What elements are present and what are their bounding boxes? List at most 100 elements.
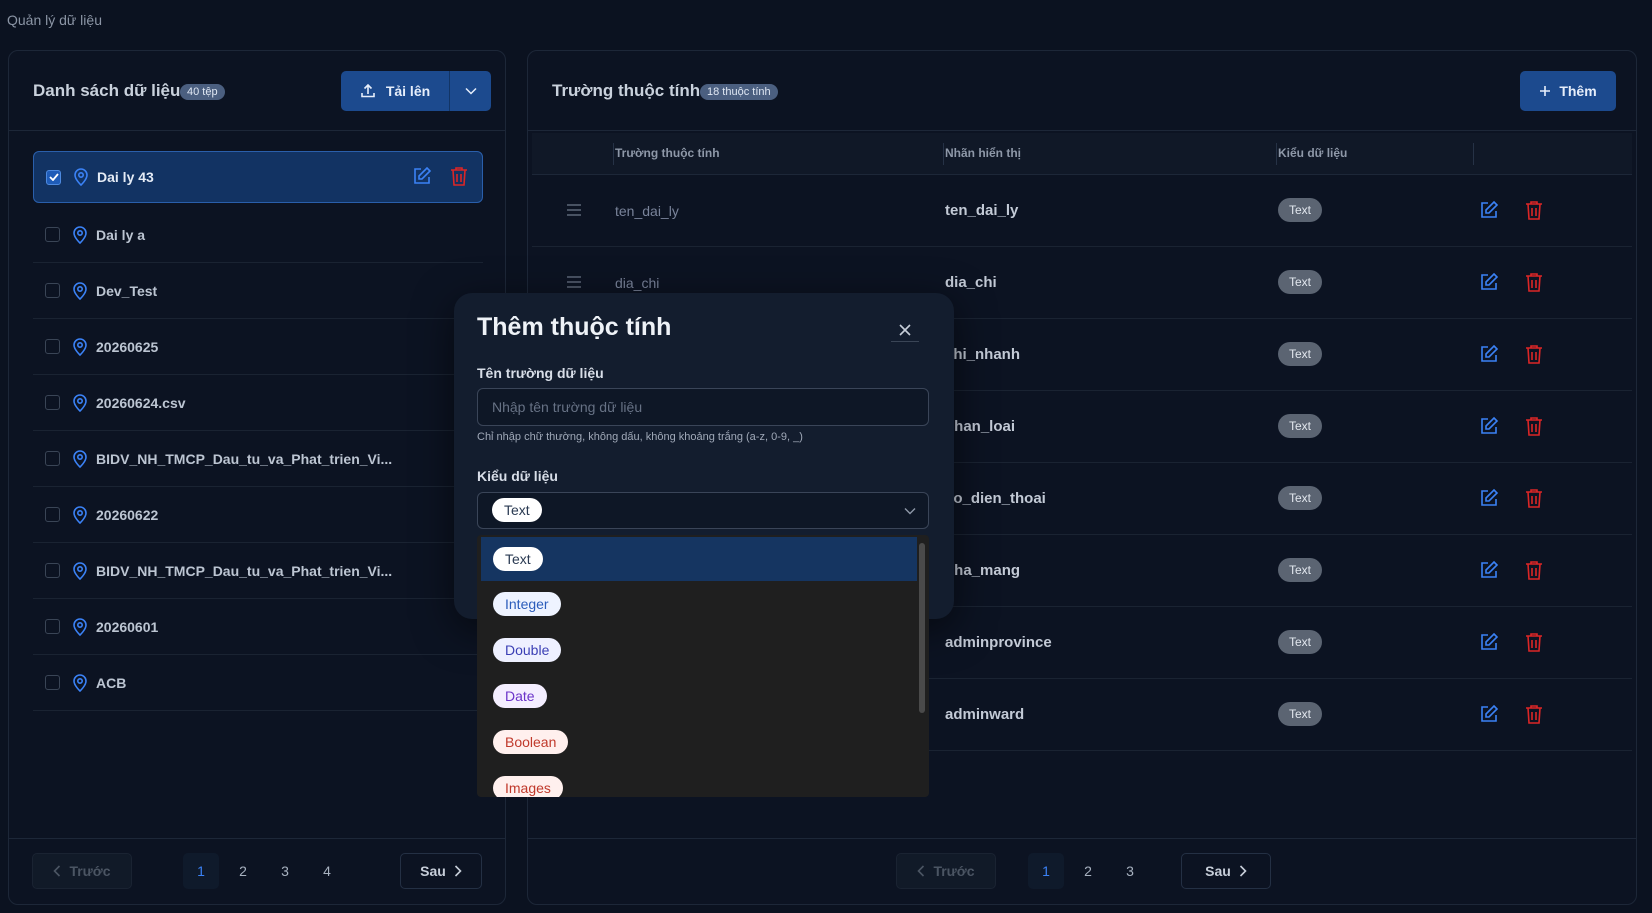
file-checkbox[interactable] [45,451,60,466]
row-actions [1479,560,1543,580]
trash-icon[interactable] [1525,704,1543,724]
edit-icon[interactable] [1479,200,1499,220]
file-row[interactable]: Dai ly 43 [33,151,483,203]
display-label-cell: phan_loai [945,418,1016,435]
display-label-cell: adminprovince [945,634,1052,651]
chevron-right-icon [1239,865,1247,877]
edit-icon[interactable] [1479,632,1499,652]
chevron-right-icon [454,865,462,877]
type-badge: Text [1278,486,1323,510]
drag-handle-icon[interactable] [566,275,582,289]
option-double[interactable]: Double [477,627,929,673]
file-checkbox[interactable] [45,675,60,690]
file-checkbox[interactable] [45,563,60,578]
map-pin-icon [72,225,90,244]
option-images[interactable]: Images [477,765,929,797]
data-type-label: Kiểu dữ liệu [477,468,558,484]
display-label-cell: dia_chi [945,274,997,291]
column-header-type: Kiểu dữ liệu [1278,146,1348,160]
attribute-count-badge: 18 thuộc tính [700,84,778,100]
page-3-button[interactable]: 3 [267,853,303,889]
file-checkbox[interactable] [45,283,60,298]
option-boolean[interactable]: Boolean [477,719,929,765]
option-chip: Double [493,638,562,662]
file-row[interactable]: 20260625 [33,319,483,375]
page-3-button[interactable]: 3 [1112,853,1148,889]
upload-split-button: Tải lên [341,71,491,111]
page-2-button[interactable]: 2 [225,853,261,889]
option-chip: Integer [493,592,561,616]
map-pin-icon [72,393,90,412]
file-list-pager: Trước 1 2 3 4 Sau [9,838,505,894]
display-label-cell: adminward [945,706,1025,723]
upload-button[interactable]: Tải lên [341,71,450,111]
add-attribute-button[interactable]: Thêm [1520,71,1616,111]
edit-icon[interactable] [412,166,432,186]
prev-page-label: Trước [69,863,111,879]
file-row[interactable]: 20260622 [33,487,483,543]
upload-icon [361,83,375,98]
dropdown-scrollbar[interactable] [919,543,925,713]
file-row[interactable]: BIDV_NH_TMCP_Dau_tu_va_Phat_trien_Vi... [33,431,483,487]
field-name-input[interactable] [477,388,929,426]
prev-page-button[interactable]: Trước [32,853,132,889]
file-name: BIDV_NH_TMCP_Dau_tu_va_Phat_trien_Vi... [96,562,393,579]
option-text[interactable]: Text [481,537,917,581]
edit-icon[interactable] [1479,272,1499,292]
file-checkbox[interactable] [45,395,60,410]
row-actions [1479,272,1543,292]
option-chip: Date [493,684,547,708]
row-actions [1479,488,1543,508]
file-row[interactable]: Dev_Test [33,263,483,319]
edit-icon[interactable] [1479,416,1499,436]
upload-menu-toggle[interactable] [450,71,491,111]
trash-icon[interactable] [1525,488,1543,508]
column-divider [1276,143,1277,165]
column-divider [613,143,614,165]
file-row[interactable]: ACB [33,655,483,711]
page-1-button[interactable]: 1 [183,853,219,889]
file-checkbox[interactable] [46,169,61,185]
table-row: ten_dai_ly ten_dai_ly Text [532,175,1632,247]
file-checkbox[interactable] [45,507,60,522]
row-actions [1479,344,1543,364]
next-page-button[interactable]: Sau [1181,853,1271,889]
edit-icon[interactable] [1479,704,1499,724]
trash-icon[interactable] [1525,272,1543,292]
edit-icon[interactable] [1479,560,1499,580]
prev-page-button[interactable]: Trước [896,853,996,889]
file-row[interactable]: Dai ly a [33,207,483,263]
file-checkbox[interactable] [45,619,60,634]
page-2-button[interactable]: 2 [1070,853,1106,889]
file-count-badge: 40 tệp [180,84,225,100]
trash-icon[interactable] [1525,632,1543,652]
column-divider [943,143,944,165]
option-chip: Text [493,547,543,571]
edit-icon[interactable] [1479,488,1499,508]
trash-icon[interactable] [1525,200,1543,220]
type-badge: Text [1278,630,1323,654]
close-button[interactable] [891,318,919,342]
next-page-button[interactable]: Sau [400,853,482,889]
page-4-button[interactable]: 4 [309,853,345,889]
option-integer[interactable]: Integer [477,581,929,627]
file-checkbox[interactable] [45,339,60,354]
file-row[interactable]: BIDV_NH_TMCP_Dau_tu_va_Phat_trien_Vi... [33,543,483,599]
file-row[interactable]: 20260624.csv [33,375,483,431]
type-badge: Text [1278,702,1323,726]
page-1-button[interactable]: 1 [1028,853,1064,889]
file-name: ACB [96,674,127,691]
data-type-select[interactable]: Text [477,492,929,529]
option-date[interactable]: Date [477,673,929,719]
trash-icon[interactable] [1525,416,1543,436]
trash-icon[interactable] [1525,560,1543,580]
drag-handle-icon[interactable] [566,203,582,217]
column-header-label: Nhãn hiển thị [945,146,1021,160]
file-row[interactable]: 20260601 [33,599,483,655]
trash-icon[interactable] [450,166,468,186]
display-label-cell: chi_nhanh [945,346,1021,363]
edit-icon[interactable] [1479,344,1499,364]
type-badge: Text [1278,558,1323,582]
file-checkbox[interactable] [45,227,60,242]
trash-icon[interactable] [1525,344,1543,364]
